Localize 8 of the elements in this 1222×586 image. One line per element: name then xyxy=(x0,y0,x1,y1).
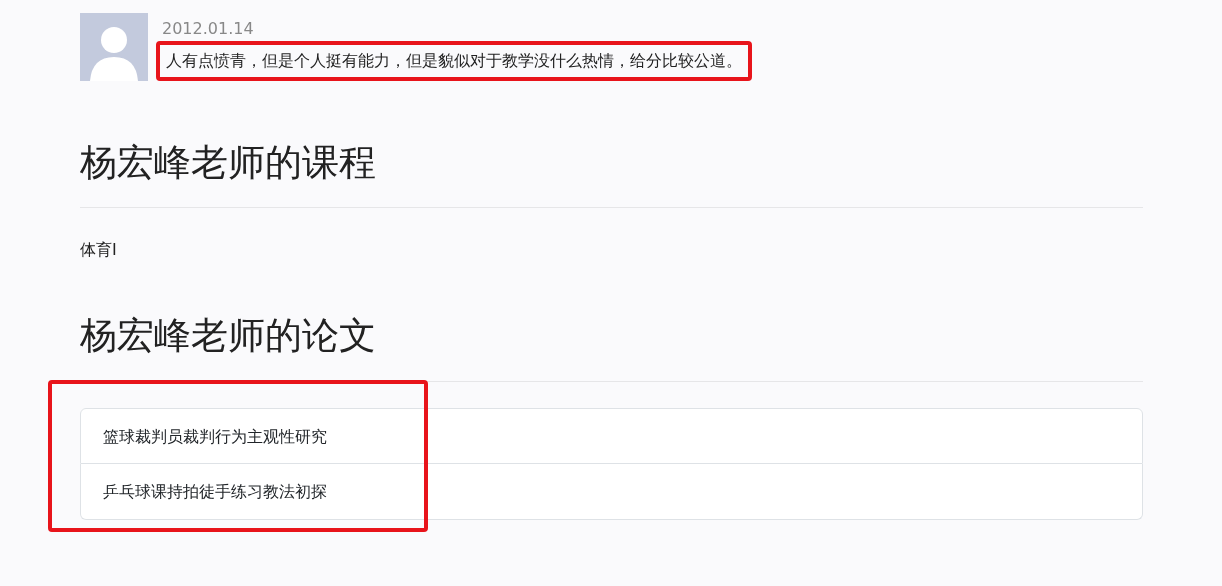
comment-date: 2012.01.14 xyxy=(162,21,255,37)
course-link[interactable]: 体育I xyxy=(80,238,1143,263)
section-heading: 杨宏峰老师的课程 xyxy=(80,141,377,186)
comment-text: 人有点愤青，但是个人挺有能力，但是貌似对于教学没什么热情，给分比较公道。 xyxy=(156,41,752,81)
paper-item[interactable]: 乒乓球课持拍徒手练习教法初探 xyxy=(80,463,1143,520)
avatar-icon xyxy=(80,13,148,81)
section-heading: 杨宏峰老师的论文 xyxy=(80,314,377,359)
paper-item[interactable]: 篮球裁判员裁判行为主观性研究 xyxy=(80,407,1143,464)
